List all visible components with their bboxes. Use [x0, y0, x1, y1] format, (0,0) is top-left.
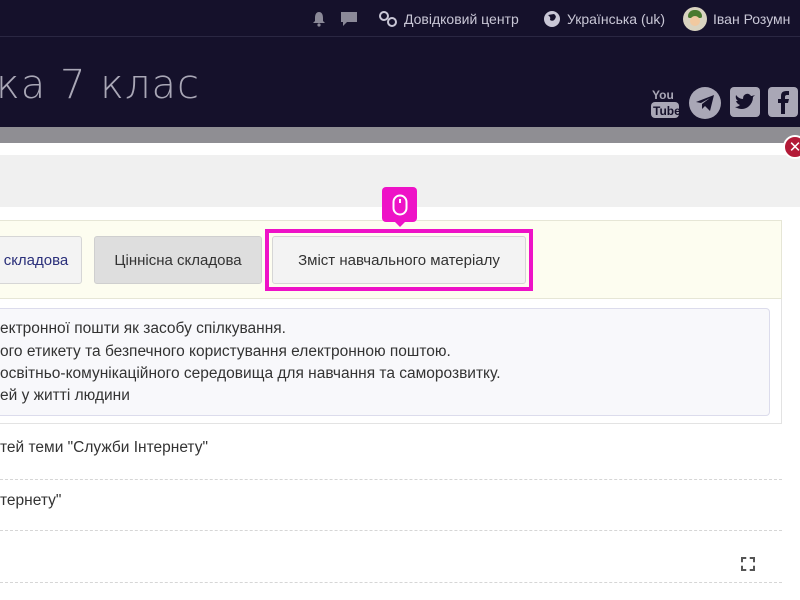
language-selector[interactable]: Українська (uk) — [543, 0, 665, 37]
user-menu[interactable]: Іван Розумн — [683, 0, 790, 37]
divider — [0, 479, 782, 480]
close-icon: ✕ — [788, 139, 800, 156]
content-line: ектронної пошти як засобу спілкування. — [0, 320, 286, 337]
tab-label: Ціннісна складова — [114, 251, 242, 269]
content-line: освітньо-комунікаційного середовища для … — [0, 365, 501, 382]
avatar — [683, 6, 707, 31]
cursor-pointer-arrow — [394, 221, 406, 227]
facebook-icon[interactable] — [768, 87, 798, 117]
mouse-cursor-badge — [382, 187, 417, 222]
tab-label: складова — [3, 251, 69, 269]
expand-icon[interactable] — [741, 557, 755, 571]
help-center-label: Довідковий центр — [404, 10, 519, 27]
wrench-icon — [379, 10, 397, 27]
divider — [0, 582, 782, 583]
list-item[interactable]: тей теми "Служби Інтернету" — [0, 439, 208, 457]
telegram-icon[interactable] — [689, 87, 721, 119]
globe-icon — [544, 10, 560, 27]
content-line: ого етикету та безпечного користування е… — [0, 343, 451, 360]
content-line: ей у житті людини — [0, 387, 130, 404]
tab-component[interactable]: складова — [0, 236, 82, 284]
svg-text:You: You — [652, 88, 674, 102]
language-label: Українська (uk) — [567, 10, 666, 27]
highlight-box — [265, 229, 533, 291]
help-center-link[interactable]: Довідковий центр — [378, 0, 519, 37]
bell-icon[interactable] — [312, 0, 326, 37]
svg-text:Tube: Tube — [653, 104, 679, 118]
mouse-icon — [392, 194, 407, 215]
top-bar: Довідковий центр Українська (uk) Іван Ро… — [0, 0, 800, 37]
youtube-icon[interactable]: You Tube — [651, 86, 679, 120]
user-name: Іван Розумн — [713, 10, 791, 27]
tab-value-component[interactable]: Ціннісна складова — [94, 236, 262, 284]
twitter-icon[interactable] — [730, 87, 760, 117]
divider — [0, 530, 782, 531]
chat-icon[interactable] — [340, 0, 358, 37]
list-item[interactable]: тернету" — [0, 492, 61, 510]
close-button[interactable]: ✕ — [783, 135, 800, 159]
site-title: ка 7 клас — [0, 62, 200, 108]
